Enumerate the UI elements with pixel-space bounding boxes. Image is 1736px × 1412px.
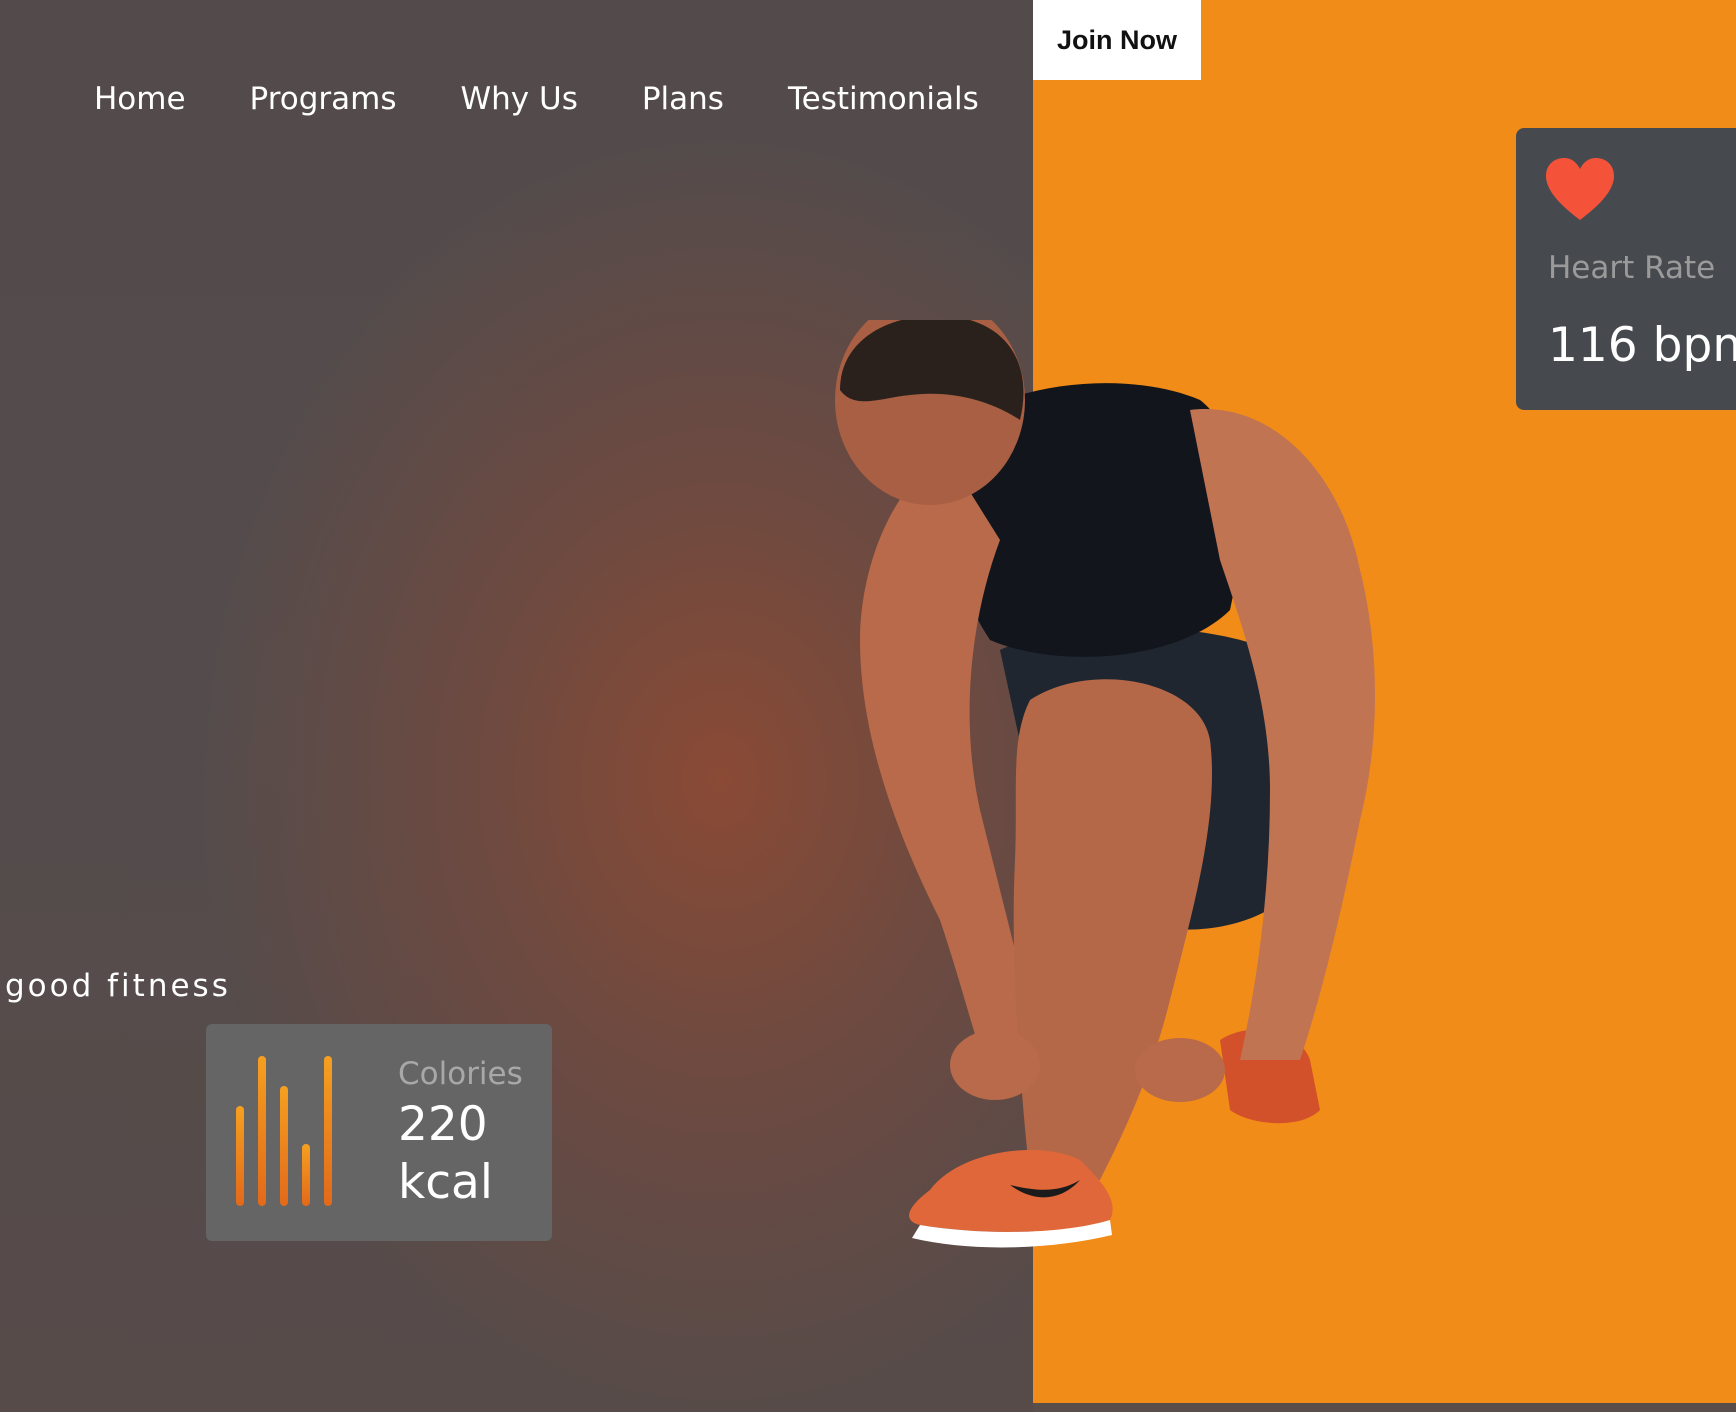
- nav-item-plans[interactable]: Plans: [642, 78, 724, 120]
- heart-rate-card: Heart Rate 116 bpm: [1516, 128, 1736, 410]
- calories-label: Colories: [398, 1056, 523, 1092]
- calories-value: 220 kcal: [398, 1097, 493, 1210]
- nav-item-why-us[interactable]: Why Us: [461, 78, 578, 120]
- heart-rate-value: 116 bpm: [1548, 318, 1736, 373]
- calories-card: Colories 220 kcal: [206, 1024, 552, 1241]
- bottom-strip: [1033, 1403, 1736, 1412]
- join-now-button[interactable]: Join Now: [1033, 0, 1201, 80]
- nav-item-testimonials[interactable]: Testimonials: [788, 78, 979, 120]
- hero-tagline: good fitness: [5, 968, 231, 1004]
- heart-rate-label: Heart Rate: [1548, 250, 1716, 286]
- bar-chart-icon: [236, 1056, 332, 1206]
- nav-item-home[interactable]: Home: [94, 78, 186, 120]
- main-nav: Home Programs Why Us Plans Testimonials: [94, 78, 979, 120]
- athlete-image: [835, 320, 1375, 1248]
- heart-icon: [1546, 158, 1614, 220]
- nav-item-programs[interactable]: Programs: [250, 78, 397, 120]
